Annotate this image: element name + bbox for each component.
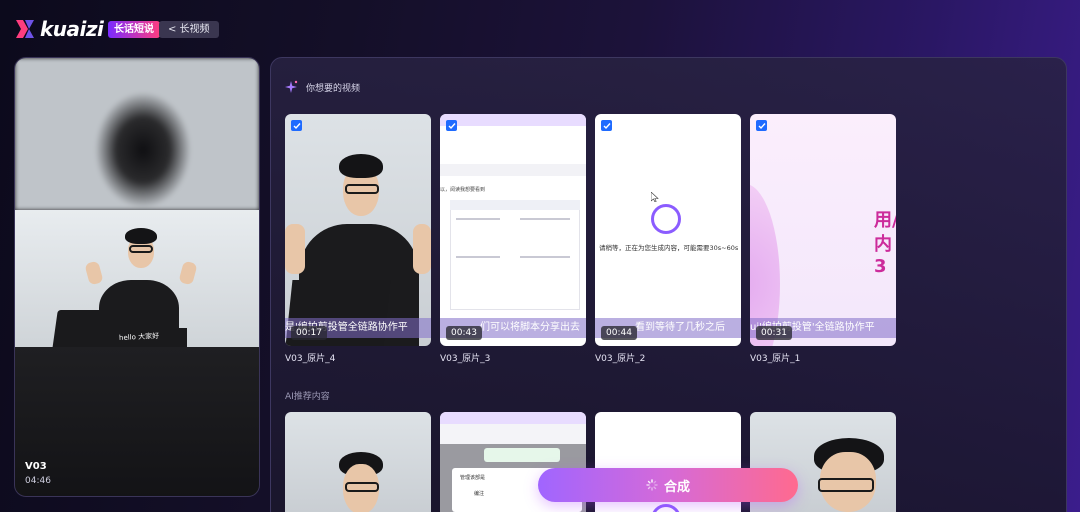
- doc-item: 编注: [474, 491, 485, 497]
- clip-duration: 00:43: [446, 326, 482, 340]
- clip-label: V03_原片_2: [595, 354, 646, 364]
- big-text-2: 内3: [874, 234, 892, 277]
- doc-heading: 以，阅读我想要看到: [440, 187, 486, 193]
- recommend-card[interactable]: [285, 412, 431, 512]
- clip-card[interactable]: 用/ 内3 ui'编拍剪投管'全链路协作平 00:31: [750, 114, 896, 346]
- preview-overlay-text: hello 大家好: [118, 331, 160, 343]
- merge-button-label: 合成: [663, 479, 690, 495]
- clip-label: V03_原片_4: [285, 354, 336, 364]
- big-text-1: 用/: [874, 210, 896, 231]
- ai-recommend-title: AI推荐内容: [285, 392, 330, 402]
- loading-text: 请稍等，正在为您生成内容，可能需要30s~60s: [599, 244, 739, 252]
- preview-frame: hello 大家好: [15, 210, 259, 347]
- preview-video-name: V03: [25, 461, 47, 472]
- clip-checkbox[interactable]: [446, 120, 457, 131]
- cursor-icon: [651, 192, 659, 202]
- preview-duration: 04:46: [25, 476, 51, 486]
- clip-card[interactable]: 请稍等，正在为您生成内容，可能需要30s~60s 看到等待了几秒之后 00:44: [595, 114, 741, 346]
- clip-card[interactable]: 以，阅读我想要看到 们可以将脚本分享出去 00:43: [440, 114, 586, 346]
- logo-text: kuaizi: [40, 17, 104, 41]
- video-preview[interactable]: hello 大家好 V03 04:46: [14, 57, 260, 497]
- clip-duration: 00:44: [601, 326, 637, 340]
- doc-heading: 管理该部是: [460, 475, 486, 481]
- preview-blur-bottom: [15, 347, 259, 496]
- loading-spinner-icon: [651, 204, 681, 234]
- back-to-long-video-button[interactable]: < 长视频: [159, 21, 219, 38]
- mode-badge: 长话短说: [108, 21, 160, 38]
- kuaizi-logo[interactable]: kuaizi: [14, 16, 104, 42]
- clip-card[interactable]: 是'编拍剪投管全链路协作平 00:17: [285, 114, 431, 346]
- clip-duration: 00:31: [756, 326, 792, 340]
- clip-checkbox[interactable]: [291, 120, 302, 131]
- clip-checkbox[interactable]: [756, 120, 767, 131]
- clip-label: V03_原片_3: [440, 354, 491, 364]
- preview-blur-top: [15, 58, 259, 210]
- loading-icon: [646, 479, 658, 491]
- clip-duration: 00:17: [291, 326, 327, 340]
- sparkle-icon: [285, 80, 298, 93]
- merge-button[interactable]: 合成: [538, 468, 798, 502]
- clip-label: V03_原片_1: [750, 354, 801, 364]
- logo-mark-icon: [14, 18, 36, 40]
- clip-checkbox[interactable]: [601, 120, 612, 131]
- wanted-videos-title: 你想要的视频: [306, 84, 361, 94]
